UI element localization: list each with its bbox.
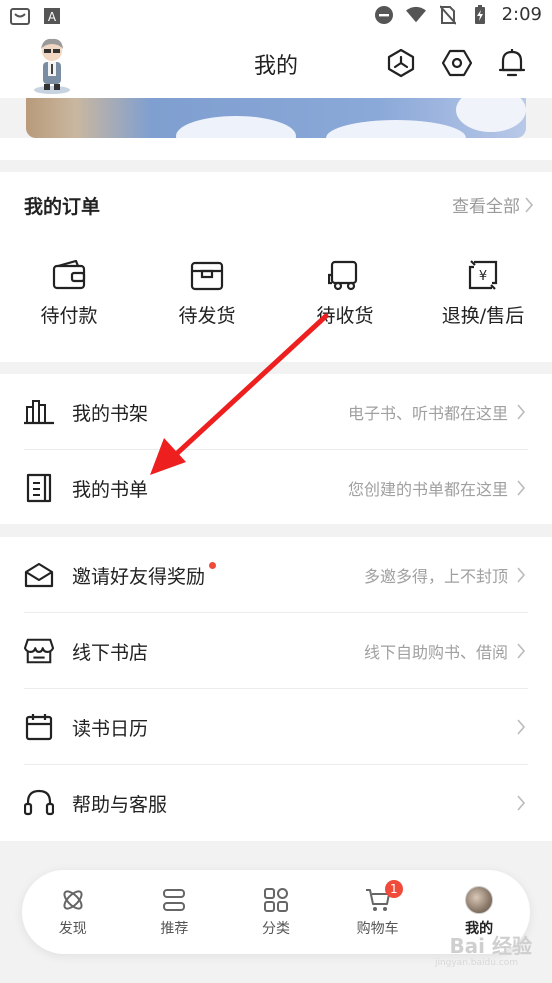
chevron-right-icon xyxy=(516,717,528,737)
category-icon xyxy=(262,886,290,914)
settings-hexagon-icon[interactable] xyxy=(440,46,474,80)
shelf-section: 我的书架 电子书、听书都在这里 我的书单 您创建的书单都在这里 xyxy=(0,374,552,524)
bookshelf-icon xyxy=(24,397,54,427)
invite-icon xyxy=(24,560,54,590)
chevron-right-icon xyxy=(516,402,528,422)
row-hint: 您创建的书单都在这里 xyxy=(347,480,508,499)
wallet-icon xyxy=(51,257,87,293)
store-icon xyxy=(24,636,54,666)
row-label: 帮助与客服 xyxy=(72,793,168,816)
order-item-label: 待发货 xyxy=(178,305,236,327)
chevron-right-icon xyxy=(516,793,528,813)
nav-cart[interactable]: 1 购物车 xyxy=(327,870,429,954)
view-all-label: 查看全部 xyxy=(452,197,520,217)
status-bar: A 2:09 xyxy=(0,0,552,32)
header-bar: 我的 xyxy=(0,32,552,98)
offline-store-row[interactable]: 线下书店 线下自助购书、借阅 xyxy=(24,613,528,689)
row-label: 读书日历 xyxy=(72,717,149,740)
watermark: Bai 经验 xyxy=(449,934,532,958)
truck-icon xyxy=(327,257,363,293)
watermark-subtext: jingyan.baidu.com xyxy=(434,958,518,968)
package-icon xyxy=(189,257,225,293)
status-time: 2:09 xyxy=(501,4,542,25)
recycle-hexagon-icon[interactable] xyxy=(384,46,418,80)
order-pending-payment[interactable]: 待付款 xyxy=(0,257,138,328)
help-support-row[interactable]: 帮助与客服 xyxy=(24,765,528,841)
order-item-label: 退换/售后 xyxy=(441,305,525,327)
nav-label: 购物车 xyxy=(356,921,399,937)
promo-banner[interactable] xyxy=(26,98,526,138)
booklist-icon xyxy=(24,473,54,503)
dnd-icon xyxy=(374,5,394,25)
row-label: 我的书单 xyxy=(72,478,149,501)
bell-icon[interactable] xyxy=(495,46,529,80)
order-item-label: 待付款 xyxy=(40,305,98,327)
row-hint: 多邀多得，上不封顶 xyxy=(363,567,508,586)
order-item-label: 待收货 xyxy=(316,305,374,327)
svg-text:A: A xyxy=(48,10,57,24)
view-all-orders-link[interactable]: 查看全部 xyxy=(452,192,534,217)
calendar-icon xyxy=(24,712,54,742)
nav-category[interactable]: 分类 xyxy=(225,870,327,954)
row-label: 我的书架 xyxy=(72,402,149,425)
nav-recommend[interactable]: 推荐 xyxy=(124,870,226,954)
chevron-right-icon xyxy=(524,196,534,214)
orders-title: 我的订单 xyxy=(24,196,101,218)
profile-avatar-icon xyxy=(465,886,494,914)
new-badge-dot xyxy=(209,561,217,569)
nav-label: 推荐 xyxy=(160,921,189,937)
row-hint: 电子书、听书都在这里 xyxy=(347,404,508,423)
cart-count-badge: 1 xyxy=(384,880,403,898)
chevron-right-icon xyxy=(516,478,528,498)
recommend-icon xyxy=(160,886,188,914)
orders-card: 我的订单 查看全部 待付款 待发货 待收货 ¥ 退换/售后 xyxy=(0,172,552,362)
chevron-right-icon xyxy=(516,641,528,661)
headset-icon xyxy=(24,788,54,818)
nav-discover[interactable]: 发现 xyxy=(22,870,124,954)
svg-text:¥: ¥ xyxy=(479,269,487,284)
order-pending-shipment[interactable]: 待发货 xyxy=(138,257,276,328)
banner-spacer xyxy=(0,138,552,160)
discover-icon xyxy=(59,886,87,914)
wifi-icon xyxy=(405,5,426,25)
reading-calendar-row[interactable]: 读书日历 xyxy=(24,689,528,765)
row-label: 邀请好友得奖励 xyxy=(72,565,206,588)
nav-label: 分类 xyxy=(261,921,290,937)
no-sim-icon xyxy=(438,4,458,25)
my-bookshelf-row[interactable]: 我的书架 电子书、听书都在这里 xyxy=(24,374,528,450)
chevron-right-icon xyxy=(516,565,528,585)
my-booklist-row[interactable]: 我的书单 您创建的书单都在这里 xyxy=(24,450,528,526)
service-section: 邀请好友得奖励 多邀多得，上不封顶 线下书店 线下自助购书、借阅 读书日历 帮助… xyxy=(0,537,552,841)
notification-a-icon: A xyxy=(42,6,62,26)
row-hint: 线下自助购书、借阅 xyxy=(363,643,508,662)
invite-friends-row[interactable]: 邀请好友得奖励 多邀多得，上不封顶 xyxy=(24,537,528,613)
order-pending-receipt[interactable]: 待收货 xyxy=(276,257,414,328)
row-label: 线下书店 xyxy=(72,641,149,664)
order-after-sales[interactable]: ¥ 退换/售后 xyxy=(414,257,552,328)
nav-label: 发现 xyxy=(58,921,87,937)
battery-icon xyxy=(470,4,490,25)
refund-icon: ¥ xyxy=(465,257,501,293)
notification-bag-icon xyxy=(10,6,30,26)
user-avatar[interactable] xyxy=(26,36,78,94)
